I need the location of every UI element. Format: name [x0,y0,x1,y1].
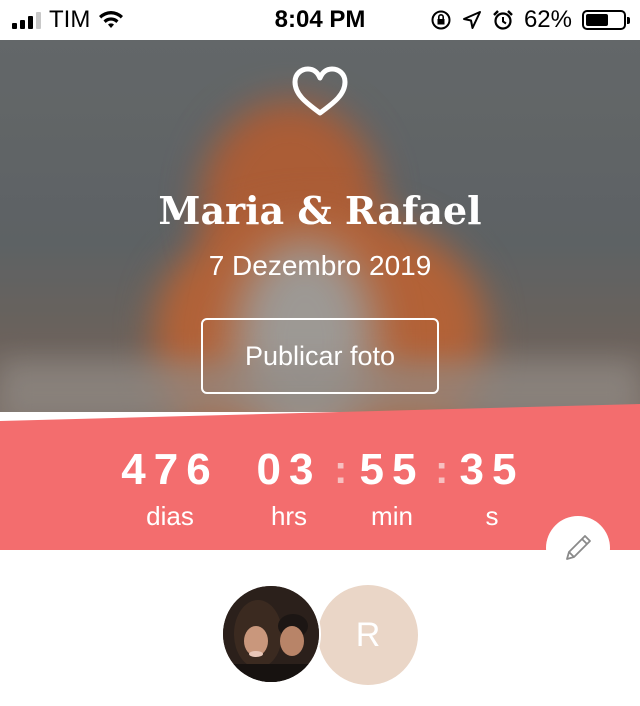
countdown-minutes: 55 min [352,445,432,531]
countdown-days: 476 dias [110,445,230,531]
seconds-label: s [485,501,499,531]
countdown-seconds: 35 s [455,445,529,531]
partner-avatar-initial[interactable]: R [318,585,418,685]
colon-separator: : [334,448,348,492]
minutes-label: min [371,501,413,531]
heart-icon [292,66,348,116]
hours-label: hrs [270,501,308,531]
status-bar: TIM 8:04 PM 62% [0,0,640,40]
minutes-value: 55 [359,445,425,494]
alarm-icon [493,10,513,30]
partner-avatar-photo[interactable] [221,584,321,684]
location-arrow-icon [462,11,481,29]
days-value: 476 [121,445,219,494]
avatar-initial: R [355,615,381,654]
battery-percent: 62% [523,6,572,33]
orientation-lock-icon [431,10,451,30]
hours-value: 03 [256,445,322,494]
status-left: TIM [12,0,124,40]
publish-photo-button[interactable]: Publicar foto [201,318,439,394]
edit-button[interactable] [546,516,610,580]
countdown-hours: 03 hrs [248,445,330,531]
days-label: dias [146,501,194,531]
battery-icon [582,10,630,30]
carrier-label: TIM [49,6,91,33]
couple-names: Maria & Rafael [158,188,482,233]
seconds-value: 35 [459,445,525,494]
wifi-icon [99,11,124,28]
wedding-date: 7 Dezembro 2019 [208,250,432,281]
status-right: 62% [430,0,630,40]
signal-icon [12,11,41,29]
pencil-icon [566,535,591,560]
colon-separator: : [435,448,449,492]
couple-photo [223,586,319,682]
